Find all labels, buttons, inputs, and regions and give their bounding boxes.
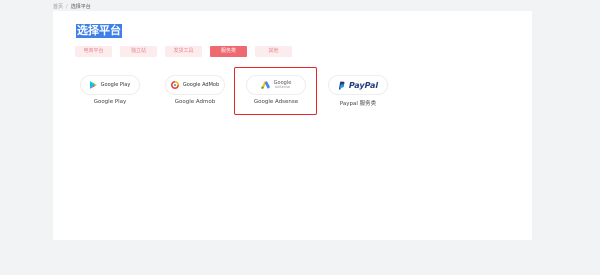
adsense-logo-adsense: AdSense xyxy=(274,84,291,89)
google-adsense-logo-text: Google AdSense xyxy=(274,80,292,90)
platform-selection-card: 选择平台 电商平台 独立站 发货工具 服务类 其他 Google Play Go… xyxy=(53,11,532,240)
google-adsense-logo: Google AdSense xyxy=(246,75,306,95)
paypal-logo-text-wordmark: PayPal xyxy=(348,80,379,90)
platform-paypal[interactable]: PayPal Paypal 服务类 xyxy=(323,75,393,107)
page-title: 选择平台 xyxy=(76,24,122,38)
google-admob-icon xyxy=(170,81,179,89)
google-admob-logo: Google AdMob xyxy=(165,75,225,95)
breadcrumb-separator: / xyxy=(66,3,68,10)
breadcrumb-current: 选择平台 xyxy=(70,4,91,10)
paypal-logo-text: PayPal xyxy=(349,81,378,90)
platform-google-adsense[interactable]: Google AdSense Google Adsense xyxy=(241,75,311,105)
google-admob-logo-text: Google AdMob xyxy=(182,82,220,88)
tab-shipping-tools[interactable]: 发货工具 xyxy=(165,46,202,57)
breadcrumb-home[interactable]: 首页 xyxy=(53,3,63,10)
platform-google-admob[interactable]: Google AdMob Google Admob xyxy=(160,75,230,105)
platform-label: Google Play xyxy=(93,99,127,105)
google-play-logo-text: Google Play xyxy=(100,82,131,88)
platform-label: Google Adsense xyxy=(253,99,299,105)
google-adsense-icon xyxy=(260,81,270,89)
tab-ecommerce[interactable]: 电商平台 xyxy=(75,46,112,57)
tab-services[interactable]: 服务类 xyxy=(210,46,247,57)
breadcrumb: 首页 / 选择平台 xyxy=(53,3,91,11)
platform-label: Paypal 服务类 xyxy=(339,101,377,107)
paypal-icon xyxy=(338,81,345,89)
tab-other[interactable]: 其他 xyxy=(255,46,292,57)
google-play-icon xyxy=(89,81,97,89)
google-play-logo: Google Play xyxy=(80,75,140,95)
paypal-logo: PayPal xyxy=(328,75,388,95)
platform-label: Google Admob xyxy=(174,99,216,105)
platform-google-play[interactable]: Google Play Google Play xyxy=(75,75,145,105)
category-tabs: 电商平台 独立站 发货工具 服务类 其他 xyxy=(75,46,292,57)
tab-independent-site[interactable]: 独立站 xyxy=(120,46,157,57)
